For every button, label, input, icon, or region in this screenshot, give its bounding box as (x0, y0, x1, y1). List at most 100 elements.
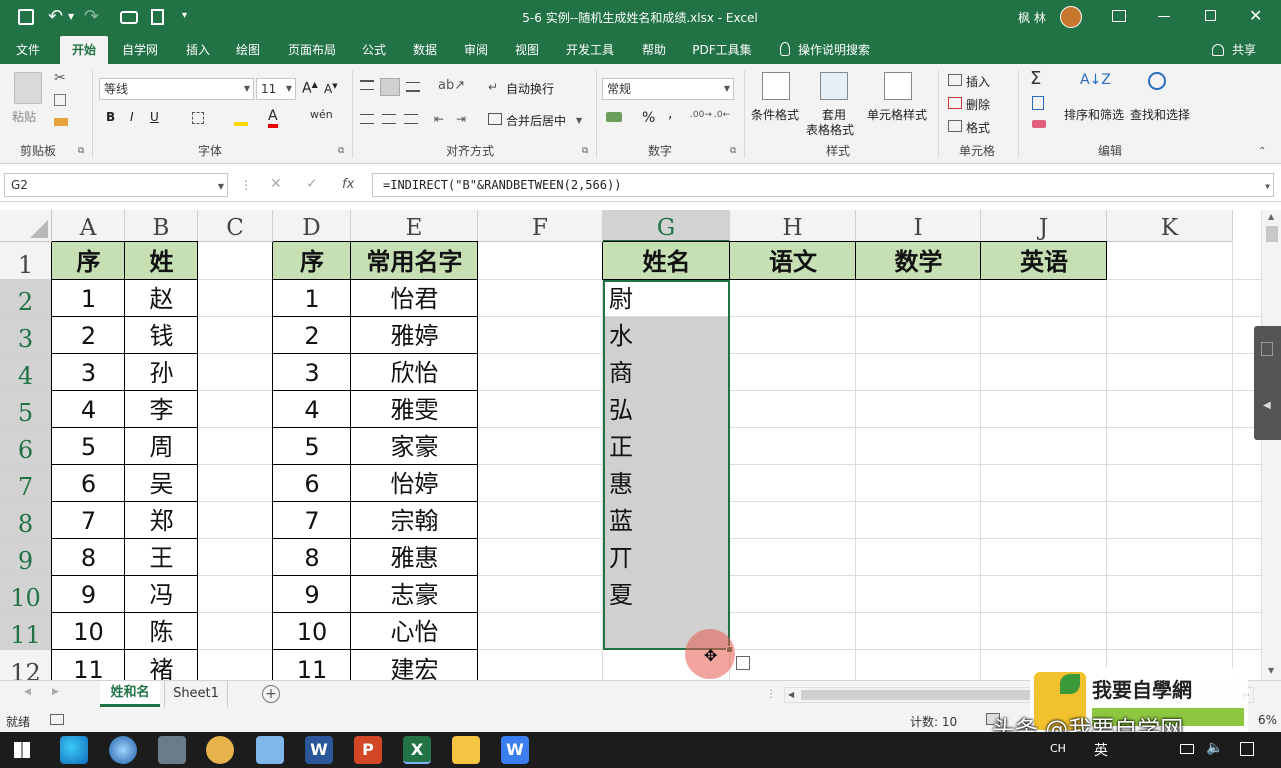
share-button[interactable]: 共享 (1228, 36, 1260, 64)
word-icon[interactable]: W (305, 736, 333, 764)
increase-font-icon[interactable]: A▲ (302, 80, 318, 97)
percent-button[interactable]: % (642, 110, 655, 126)
file-explorer-icon[interactable] (452, 736, 480, 764)
scroll-down-icon[interactable]: ▼ (1268, 666, 1274, 675)
row-header-2[interactable]: 2 (0, 280, 52, 317)
cell-d11[interactable]: 10 (273, 613, 351, 650)
underline-button[interactable]: U (150, 110, 159, 124)
ime-mode[interactable]: 英 (1094, 740, 1108, 760)
name-box[interactable]: G2 ▼ (4, 173, 228, 197)
share-icon[interactable] (1212, 44, 1224, 56)
column-header-d[interactable]: D (273, 210, 351, 242)
cell-a10[interactable]: 9 (52, 576, 125, 613)
row-header-4[interactable]: 4 (0, 354, 52, 391)
font-launcher-icon[interactable]: ⧉ (338, 146, 344, 156)
tab-home[interactable]: 开始 (60, 36, 108, 64)
cell-e11[interactable]: 心怡 (351, 613, 478, 650)
column-header-h[interactable]: H (730, 210, 856, 242)
align-left-icon[interactable] (360, 114, 374, 124)
edge-icon[interactable] (60, 736, 88, 764)
cell-a9[interactable]: 8 (52, 539, 125, 576)
row-header-11[interactable]: 11 (0, 613, 52, 650)
quick-analysis-icon[interactable] (736, 656, 750, 670)
tab-file[interactable]: 文件 (6, 36, 50, 64)
row-header-12[interactable]: 12 (0, 650, 52, 680)
insert-function-icon[interactable]: fx (342, 177, 354, 192)
notes-icon[interactable] (256, 736, 284, 764)
cell-i1[interactable]: 数学 (856, 242, 981, 280)
align-right-icon[interactable] (404, 114, 418, 124)
windows-start-icon[interactable] (14, 742, 30, 758)
cell-e5[interactable]: 雅雯 (351, 391, 478, 428)
undo-dropdown-icon[interactable]: ▼ (68, 12, 74, 21)
cell-b4[interactable]: 孙 (125, 354, 198, 391)
column-header-a[interactable]: A (52, 210, 125, 242)
row-header-8[interactable]: 8 (0, 502, 52, 539)
cell-e7[interactable]: 怡婷 (351, 465, 478, 502)
user-name[interactable]: 枫 林 (1018, 9, 1046, 26)
cut-icon[interactable]: ✂ (54, 70, 66, 86)
number-launcher-icon[interactable]: ⧉ (730, 146, 736, 156)
row-header-3[interactable]: 3 (0, 317, 52, 354)
cell-a12[interactable]: 11 (52, 650, 125, 680)
alignment-launcher-icon[interactable]: ⧉ (582, 146, 588, 156)
cell-b3[interactable]: 钱 (125, 317, 198, 354)
phonetic-icon[interactable]: wén (310, 108, 333, 121)
fill-color-icon[interactable] (234, 110, 248, 126)
cell-b7[interactable]: 吴 (125, 465, 198, 502)
row-header-5[interactable]: 5 (0, 391, 52, 428)
cell-b5[interactable]: 李 (125, 391, 198, 428)
cell-e2[interactable]: 怡君 (351, 280, 478, 317)
camera-icon[interactable] (120, 11, 138, 24)
paste-icon[interactable] (14, 72, 42, 104)
scroll-up-icon[interactable]: ▲ (1268, 212, 1274, 221)
column-header-b[interactable]: B (125, 210, 198, 242)
cell-d12[interactable]: 11 (273, 650, 351, 680)
side-panel-handle[interactable]: ◀ (1254, 326, 1281, 440)
cell-d4[interactable]: 3 (273, 354, 351, 391)
format-painter-icon[interactable] (54, 118, 68, 126)
column-header-c[interactable]: C (198, 210, 273, 242)
minimize-icon[interactable] (1158, 16, 1170, 17)
column-header-k[interactable]: K (1107, 210, 1233, 242)
column-header-j[interactable]: J (981, 210, 1107, 242)
browser-globe-icon[interactable] (109, 736, 137, 764)
orientation-icon[interactable]: ab↗ (438, 78, 465, 93)
row-header-10[interactable]: 10 (0, 576, 52, 613)
tab-data[interactable]: 数据 (403, 36, 447, 64)
cell-a2[interactable]: 1 (52, 280, 125, 317)
cell-a6[interactable]: 5 (52, 428, 125, 465)
delete-cells-icon[interactable] (948, 97, 962, 109)
cell-j1[interactable]: 英语 (981, 242, 1107, 280)
clear-icon[interactable] (1032, 120, 1046, 128)
row-header-6[interactable]: 6 (0, 428, 52, 465)
cell-e1[interactable]: 常用名字 (351, 242, 478, 280)
cell-e10[interactable]: 志豪 (351, 576, 478, 613)
column-header-f[interactable]: F (478, 210, 603, 242)
redo-icon[interactable]: ↷ (84, 6, 99, 27)
format-table-line2[interactable]: 表格格式 (806, 121, 854, 138)
row-header-7[interactable]: 7 (0, 465, 52, 502)
font-color-icon[interactable]: A (268, 108, 278, 128)
tab-insert[interactable]: 插入 (176, 36, 220, 64)
sheet-tab-active[interactable]: 姓和名 (100, 681, 160, 707)
paste-button[interactable]: 粘贴 (12, 108, 36, 125)
ribbon-display-icon[interactable] (1112, 10, 1126, 22)
cell-e6[interactable]: 家豪 (351, 428, 478, 465)
decrease-font-icon[interactable]: A▼ (324, 82, 338, 96)
insert-cells-icon[interactable] (948, 74, 962, 86)
merge-center-icon[interactable] (488, 113, 502, 125)
cell-g1[interactable]: 姓名 (603, 242, 730, 280)
tab-split-handle[interactable]: ⋮ (766, 689, 776, 700)
avatar[interactable] (1060, 6, 1082, 28)
insert-cells-button[interactable]: 插入 (966, 73, 990, 90)
format-cells-button[interactable]: 格式 (966, 119, 990, 136)
tab-view[interactable]: 视图 (505, 36, 549, 64)
row-header-9[interactable]: 9 (0, 539, 52, 576)
cell-a5[interactable]: 4 (52, 391, 125, 428)
cell-e8[interactable]: 宗翰 (351, 502, 478, 539)
notification-icon[interactable] (1240, 742, 1254, 756)
align-middle-icon[interactable] (380, 78, 400, 96)
cancel-icon[interactable]: ✕ (270, 176, 282, 192)
cell-e12[interactable]: 建宏 (351, 650, 478, 680)
